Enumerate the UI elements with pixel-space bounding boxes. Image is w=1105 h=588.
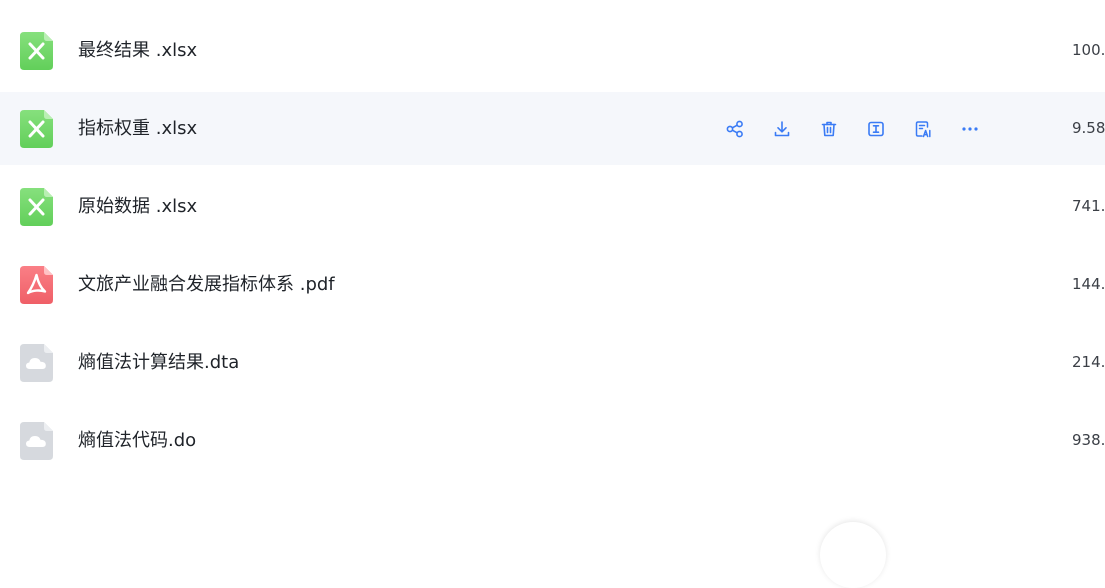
share-icon[interactable] [722, 116, 748, 142]
trash-icon[interactable] [816, 116, 842, 142]
file-name[interactable]: 熵值法计算结果.dta [78, 326, 239, 399]
rename-icon[interactable] [863, 116, 889, 142]
file-size: 741.5 [1072, 197, 1105, 215]
excel-icon [20, 32, 53, 70]
row-actions [722, 116, 1004, 142]
file-row[interactable]: 文旅产业融合发展指标体系 .pdf 144. [0, 248, 1105, 321]
download-icon[interactable] [769, 116, 795, 142]
file-size: 938.0 [1072, 431, 1105, 449]
file-list: 最终结果 .xlsx 100.4 指标权重 .xlsx [0, 14, 1105, 482]
cloud-file-icon [20, 344, 53, 382]
file-row[interactable]: 熵值法代码.do 938.0 [0, 404, 1105, 477]
file-row[interactable]: 最终结果 .xlsx 100.4 [0, 14, 1105, 87]
file-size: 214.0 [1072, 353, 1105, 371]
file-name[interactable]: 熵值法代码.do [78, 404, 196, 477]
excel-icon [20, 188, 53, 226]
file-row[interactable]: 熵值法计算结果.dta 214.0 [0, 326, 1105, 399]
file-row[interactable]: 指标权重 .xlsx 9.58 [0, 92, 1105, 165]
cloud-file-icon [20, 422, 53, 460]
file-size: 100.4 [1072, 41, 1105, 59]
file-name[interactable]: 原始数据 .xlsx [78, 170, 197, 243]
file-name[interactable]: 文旅产业融合发展指标体系 .pdf [78, 248, 335, 321]
excel-icon [20, 110, 53, 148]
ai-document-icon[interactable] [910, 116, 936, 142]
pdf-icon [20, 266, 53, 304]
file-size: 144. [1072, 275, 1105, 293]
file-name[interactable]: 最终结果 .xlsx [78, 14, 197, 87]
file-name[interactable]: 指标权重 .xlsx [78, 92, 197, 165]
floating-action-button[interactable] [820, 522, 886, 588]
file-size: 9.58 [1072, 119, 1105, 137]
file-row[interactable]: 原始数据 .xlsx 741.5 [0, 170, 1105, 243]
more-icon[interactable] [957, 116, 983, 142]
